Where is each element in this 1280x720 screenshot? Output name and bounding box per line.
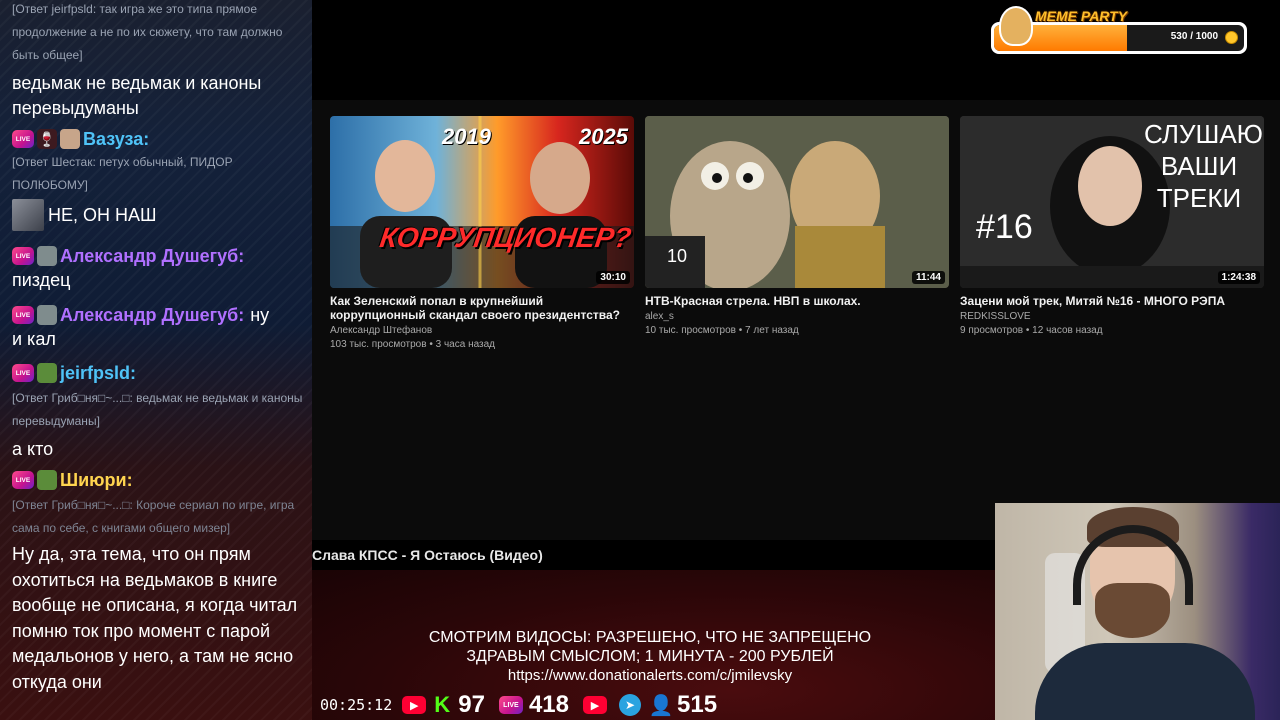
thumbnail-headline: КОРРУПЦИОНЕР? (377, 222, 634, 253)
username[interactable]: Вазуза: (83, 127, 149, 152)
username[interactable]: Шиюри: (60, 468, 133, 493)
message-text: ну (250, 304, 270, 325)
message-text: а кто (12, 439, 54, 459)
thumbnail-art (645, 116, 949, 288)
doge-icon (999, 6, 1033, 46)
message-text: Ну да, эта тема, что он прям охотиться н… (12, 544, 298, 692)
video-duration: 30:10 (596, 271, 630, 284)
face-emote-icon (60, 129, 80, 149)
live-badge-icon: LIVE (12, 247, 34, 265)
video-channel[interactable]: REDKISSLOVE (960, 310, 1264, 324)
video-thumbnail[interactable]: 2019 2025 КОРРУПЦИОНЕР? 30:10 (330, 116, 634, 288)
video-stats: 103 тыс. просмотров • 3 часа назад (330, 339, 496, 350)
total-viewer-count: 515 (677, 691, 718, 718)
reply-quote: [Ответ Шестак: петух обычный, ПИДОР ПОЛЮ… (12, 155, 233, 192)
video-stats: 9 просмотров • 12 часов назад (960, 325, 1103, 336)
donation-link[interactable]: https://www.donationalerts.com/c/jmilevs… (340, 666, 960, 685)
chat-message: LIVE 🍷 Вазуза: [Ответ Шестак: петух обыч… (12, 127, 304, 231)
video-card[interactable]: СЛУШАЮ ВАШИ ТРЕКИ #16 1:24:38 Зацени мой… (960, 116, 1264, 338)
video-card[interactable]: 2019 2025 КОРРУПЦИОНЕР? 30:10 Как Зеленс… (330, 116, 634, 352)
chat-panel: [Ответ jeirfpsld: так игра же это типа п… (0, 0, 312, 720)
channel-logo-number: 10 (667, 246, 688, 266)
youtube-icon: ▶ (402, 696, 427, 714)
video-stats: 10 тыс. просмотров • 7 лет назад (645, 325, 799, 336)
now-playing-title: Слава КПСС - Я Остаюсь (Видео) (312, 547, 543, 563)
message-text: и кал (12, 329, 56, 349)
video-channel[interactable]: Александр Штефанов (330, 324, 634, 338)
telegram-icon: ➤ (619, 694, 641, 716)
meme-progress-count: 530 / 1000 (1170, 31, 1218, 42)
notice-line: СМОТРИМ ВИДОСЫ: РАЗРЕШЕНО, ЧТО НЕ ЗАПРЕЩ… (428, 629, 872, 646)
video-title[interactable]: Зацени мой трек, Митяй №16 - МНОГО РЭПА (960, 294, 1264, 308)
message-text: пиздец (12, 270, 71, 290)
rose-emote-icon: 🍷 (37, 129, 57, 149)
video-title[interactable]: НТВ-Красная стрела. НВП в школах. (645, 294, 949, 308)
hat-emote-icon (37, 470, 57, 490)
meme-party-label: MEME PARTY (1035, 8, 1128, 24)
video-duration: 11:44 (911, 271, 945, 284)
notice-line: ЗДРАВЫМ СМЫСЛОМ; 1 МИНУТА - 200 РУБЛЕЙ (466, 648, 834, 665)
video-thumbnail[interactable]: СЛУШАЮ ВАШИ ТРЕКИ #16 1:24:38 (960, 116, 1264, 288)
stream-timer: 00:25:12 (320, 696, 393, 714)
streamer-body (1035, 643, 1255, 720)
video-duration: 1:24:38 (1217, 271, 1260, 284)
message-text: НЕ, ОН НАШ (48, 204, 157, 225)
chat-message: LIVE jeirfpsld: [Ответ Гриб□ня□~...□: ве… (12, 361, 304, 462)
chat-message: [Ответ jeirfpsld: так игра же это типа п… (12, 0, 304, 121)
video-card[interactable]: 10 11:44 НТВ-Красная стрела. НВП в школа… (645, 116, 949, 338)
kick-icon: K (434, 692, 451, 717)
meme-party-widget: 530 / 1000 MEME PARTY (991, 6, 1247, 54)
vk-live-icon: LIVE (498, 696, 523, 714)
year-left-label: 2019 (442, 124, 491, 149)
stream-status-bar: 00:25:12 ▶ K 97 LIVE 418 ▶ ➤ 👤 515 (312, 690, 1012, 720)
kick-viewer-count: 97 (458, 691, 485, 718)
user-icon: 👤 (648, 694, 674, 717)
dino-emote-icon (37, 305, 57, 325)
hat-emote-icon (37, 363, 57, 383)
reply-quote: [Ответ Гриб□ня□~...□: Короче сериал по и… (12, 498, 295, 535)
reply-quote: [Ответ Гриб□ня□~...□: ведьмак не ведьмак… (12, 391, 303, 428)
video-title[interactable]: Как Зеленский попал в крупнейший коррупц… (330, 294, 634, 322)
live-badge-icon: LIVE (12, 471, 34, 489)
coin-icon (1225, 31, 1238, 44)
dino-emote-icon (37, 246, 57, 266)
chat-message: LIVE Александр Душегуб: ну и кал (12, 303, 304, 352)
live-badge-icon: LIVE (12, 364, 34, 382)
webcam-feed (995, 503, 1280, 720)
episode-number: #16 (976, 208, 1033, 246)
username[interactable]: jeirfpsld: (60, 361, 136, 386)
video-channel[interactable]: alex_s (645, 310, 949, 324)
reply-quote: [Ответ jeirfpsld: так игра же это типа п… (12, 2, 283, 62)
username[interactable]: Александр Душегуб: (60, 303, 244, 328)
live-badge-icon: LIVE (12, 306, 34, 324)
chat-message: LIVE Шиюри: [Ответ Гриб□ня□~...□: Короче… (12, 468, 304, 695)
avatar (12, 199, 44, 231)
video-thumbnail[interactable]: 10 11:44 (645, 116, 949, 288)
message-text: ведьмак не ведьмак и каноны перевыдуманы (12, 73, 262, 118)
chat-message: LIVE Александр Душегуб: пиздец (12, 244, 304, 293)
thumbnail-headline: СЛУШАЮ ВАШИ ТРЕКИ (1144, 119, 1263, 213)
youtube-icon: ▶ (583, 696, 607, 714)
year-right-label: 2025 (579, 124, 628, 149)
username[interactable]: Александр Душегуб: (60, 244, 244, 269)
vk-viewer-count: 418 (528, 691, 569, 718)
live-badge-icon: LIVE (12, 130, 34, 148)
donation-notice: СМОТРИМ ВИДОСЫ: РАЗРЕШЕНО, ЧТО НЕ ЗАПРЕЩ… (340, 628, 960, 685)
